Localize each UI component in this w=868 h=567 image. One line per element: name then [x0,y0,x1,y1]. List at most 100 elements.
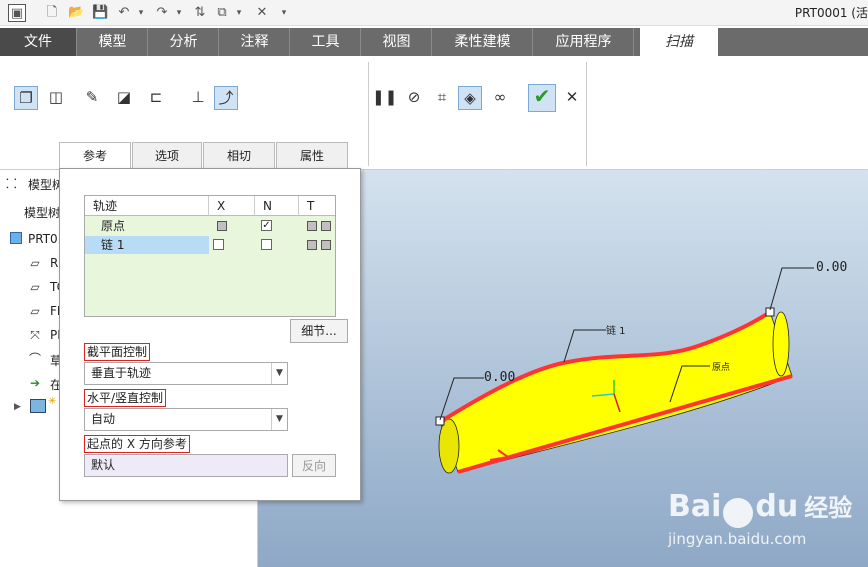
chain-label: 链 1 [606,326,626,337]
horizontal-vertical-select[interactable]: 自动 ▼ [84,408,288,431]
table-row[interactable]: 原点 ✓ [85,217,335,235]
datum-plane-icon: ▱ [30,256,40,270]
expand-arrow-icon[interactable]: ▶ [14,402,21,412]
tree-item[interactable]: R [50,256,58,270]
tab-properties[interactable]: 属性 [276,142,348,168]
ribbon-separator [368,62,369,166]
origin-label: 原点 [712,363,731,373]
x-checkbox[interactable] [213,239,224,250]
watermark-cn: 经验 [804,494,853,522]
windows-icon[interactable]: ⧉ [214,4,230,22]
tree-layout-icon[interactable]: ⸬ [6,174,17,192]
t-checkbox-disabled-2 [321,240,331,250]
redo-icon[interactable]: ↷ [154,4,170,22]
part-icon [10,232,22,244]
close-window-icon[interactable]: ✕ [254,4,270,22]
open-icon[interactable]: 📂 [68,4,84,22]
ribbon-tab-bar: 文件 模型 分析 注释 工具 视图 柔性建模 应用程序 扫描 [0,28,868,56]
baidu-watermark: Bai du 经验 jingyan.baidu.com [668,488,852,548]
window-title: PRT0001 (活 [794,6,868,20]
surface-icon[interactable]: ◫ [44,86,68,110]
new-icon[interactable]: 🗋 [44,4,60,22]
section-plane-value: 垂直于轨迹 [91,366,152,380]
apply-check-icon[interactable]: ✔ [528,84,556,112]
row-name: 原点 [101,219,126,233]
watermark-brand-2: du [755,489,799,524]
sketch-feature-icon: ⌒ [28,352,41,366]
customize-icon[interactable]: ▾ [278,4,290,22]
undo-icon[interactable]: ↶ [116,4,132,22]
datum-plane-icon: ▱ [30,304,40,318]
sweep-end-cap-right [772,311,790,377]
verify-glasses-icon[interactable]: ∞ [488,86,512,110]
horizontal-vertical-value: 自动 [91,412,116,426]
tab-tangency[interactable]: 相切 [203,142,275,168]
variable-section-icon[interactable]: ⤴ [214,86,238,110]
quick-access-toolbar: ▣ 🗋 📂 💾 ↶ ▾ ↷ ▾ ⇅ ⧉ ▾ ✕ ▾ PRT0001 (活 [0,0,868,26]
col-t: T [299,196,335,216]
table-row-selected[interactable]: 链 1 [85,236,335,254]
tab-analysis[interactable]: 分析 [149,28,219,56]
n-checkbox[interactable] [261,239,272,250]
col-n: N [255,196,299,216]
details-button[interactable]: 细节... [290,319,348,343]
tab-view[interactable]: 视图 [362,28,432,56]
x-direction-value: 默认 [91,458,116,472]
horizontal-vertical-label: 水平/竖直控制 [84,389,167,407]
paw-icon [723,497,754,528]
col-trajectory: 轨迹 [85,196,209,216]
x-direction-field[interactable]: 默认 [84,454,288,477]
dim-top-leader [769,267,814,311]
cancel-x-icon[interactable]: ✕ [560,86,584,110]
constant-section-icon[interactable]: ⊥ [186,86,210,110]
start-point-handle [435,416,445,426]
col-x: X [209,196,255,216]
no-preview-icon[interactable]: ⊘ [402,86,426,110]
chevron-down-icon[interactable]: ▼ [271,409,287,430]
t-checkbox-disabled-2 [321,221,331,231]
undo-dropdown-icon[interactable]: ▾ [136,4,146,22]
pause-icon[interactable]: ❚❚ [372,86,397,110]
datum-plane-icon: ▱ [30,280,40,294]
redo-dropdown-icon[interactable]: ▾ [174,4,184,22]
remove-material-icon[interactable]: ◪ [112,86,136,110]
thicken-icon[interactable]: ⊏ [144,86,168,110]
tab-file[interactable]: 文件 [0,28,77,56]
insert-here-icon: ➔ [29,376,41,390]
dim-left-label[interactable]: 0.00 [484,370,515,385]
section-plane-select[interactable]: 垂直于轨迹 ▼ [84,362,288,385]
save-icon[interactable]: 💾 [92,4,108,22]
flip-button[interactable]: 反向 [292,454,336,477]
regenerate-icon[interactable]: ⇅ [192,4,208,22]
solid-icon[interactable]: ❐ [14,86,38,110]
x-direction-label: 起点的 X 方向参考 [84,435,190,453]
tab-flexible-modeling[interactable]: 柔性建模 [433,28,533,56]
ribbon-separator [586,62,587,166]
tab-applications[interactable]: 应用程序 [534,28,634,56]
tab-model[interactable]: 模型 [78,28,148,56]
preview-mesh-icon[interactable]: ⌗ [430,86,454,110]
watermark-url: jingyan.baidu.com [668,529,807,548]
references-panel: 轨迹 X N T 原点 ✓ 链 1 细节... 截平面控制 垂直于轨迹 ▼ 水平… [59,168,361,501]
tab-tools[interactable]: 工具 [291,28,361,56]
t-checkbox-disabled [307,221,317,231]
dim-top-label[interactable]: 0.00 [816,260,847,275]
sketch-icon[interactable]: ✎ [80,86,104,110]
tab-annotate[interactable]: 注释 [220,28,290,56]
tab-options[interactable]: 选项 [132,142,202,168]
x-checkbox-disabled [217,221,227,231]
tab-references[interactable]: 参考 [59,142,131,170]
chevron-down-icon[interactable]: ▼ [271,363,287,384]
tree-root[interactable]: PRT0 [28,232,58,246]
tab-sweep[interactable]: 扫描 [640,28,718,56]
app-icon[interactable]: ▣ [8,4,26,22]
sweep-feature-icon[interactable] [30,399,46,413]
preview-shaded-icon[interactable]: ◈ [458,86,482,110]
section-plane-label: 截平面控制 [84,343,151,361]
csys-icon: ⤧ [30,328,40,342]
windows-dropdown-icon[interactable]: ▾ [234,4,244,22]
watermark-brand: Bai [668,489,722,524]
n-checkbox[interactable]: ✓ [261,220,272,231]
tree-subheader: 模型树 [24,206,61,220]
trajectory-table: 轨迹 X N T 原点 ✓ 链 1 [84,195,336,317]
